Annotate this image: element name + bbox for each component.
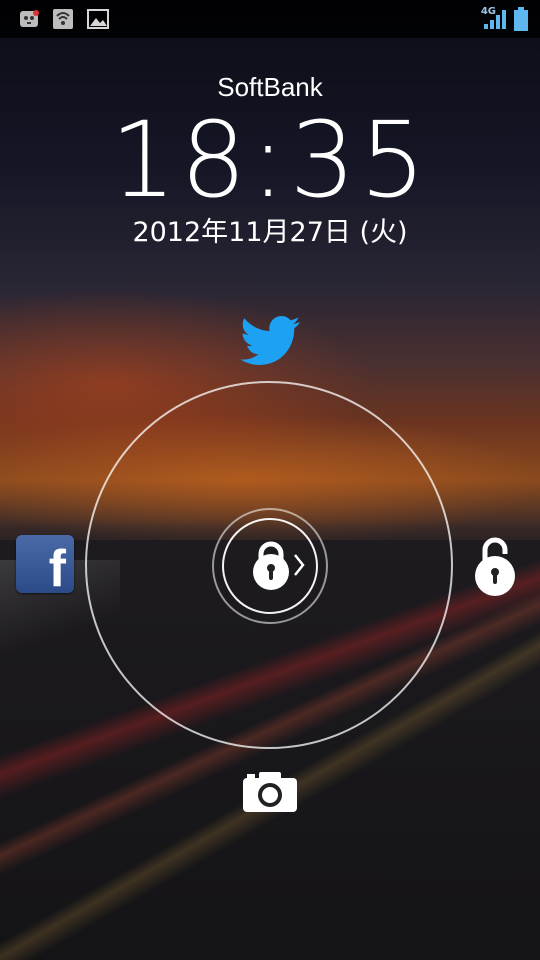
- signal-icon: [484, 10, 506, 29]
- notification-app-icon: [20, 10, 39, 27]
- clock-date: 2012年11月27日 (火): [132, 217, 408, 248]
- lock-icon: [253, 541, 289, 590]
- status-bar: 4G: [0, 0, 540, 38]
- battery-icon: [514, 7, 528, 31]
- wifi-alert-icon: [53, 9, 73, 29]
- facebook-icon[interactable]: f: [16, 535, 74, 598]
- unlock-icon[interactable]: [472, 534, 518, 596]
- clock-time: 18:35: [110, 99, 430, 221]
- camera-icon[interactable]: [243, 770, 297, 812]
- image-icon: [87, 9, 109, 29]
- chevron-right-icon: [294, 554, 305, 576]
- twitter-icon[interactable]: [240, 316, 302, 368]
- facebook-letter: f: [48, 540, 66, 598]
